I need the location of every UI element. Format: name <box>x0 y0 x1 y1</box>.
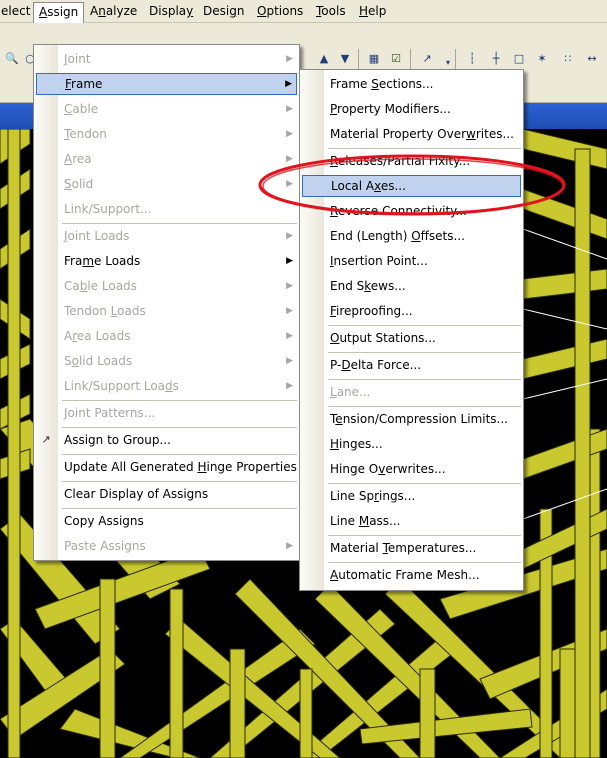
menu-analyze[interactable]: Analyze <box>85 3 142 19</box>
link-icon[interactable]: ∷ <box>560 51 576 67</box>
select-all-icon[interactable]: ▦ <box>366 51 382 67</box>
menu-item-tendon-loads[interactable]: Tendon Loads ▶ <box>36 300 297 322</box>
menu-separator <box>62 481 297 482</box>
menu-item-joint-loads[interactable]: Joint Loads ▶ <box>36 225 297 247</box>
menu-item-clear-display-assigns[interactable]: Clear Display of Assigns <box>36 483 297 505</box>
chevron-right-icon: ▶ <box>286 129 293 139</box>
menu-separator <box>328 352 521 353</box>
chevron-right-icon: ▶ <box>286 179 293 189</box>
menu-separator <box>62 427 297 428</box>
menu-item-link-support[interactable]: Link/Support... <box>36 198 297 220</box>
draw-frame-icon[interactable]: ┆ <box>464 51 480 67</box>
menu-help[interactable]: Help <box>354 3 391 19</box>
menu-item-joint-patterns[interactable]: Joint Patterns... <box>36 402 297 424</box>
menu-item-automatic-frame-mesh[interactable]: Automatic Frame Mesh... <box>302 564 521 586</box>
arrow-up-icon[interactable]: ▲ <box>316 51 332 67</box>
menu-separator <box>62 508 297 509</box>
toolbar-separator <box>455 49 456 69</box>
menu-item-cable-loads[interactable]: Cable Loads ▶ <box>36 275 297 297</box>
menu-item-material-temperatures[interactable]: Material Temperatures... <box>302 537 521 559</box>
chevron-right-icon: ▶ <box>286 231 293 241</box>
menu-item-lane[interactable]: Lane... <box>302 381 521 403</box>
chevron-right-icon: ▶ <box>286 541 293 551</box>
menu-item-p-delta-force[interactable]: P-Delta Force... <box>302 354 521 376</box>
zoom-icon[interactable]: 🔍 <box>4 51 20 67</box>
chevron-right-icon: ▶ <box>286 356 293 366</box>
arrow-down-icon[interactable]: ▼ <box>337 51 353 67</box>
menubar: elect Assign Analyze Display Design Opti… <box>0 0 607 23</box>
snap-icon[interactable]: ✶ <box>534 51 550 67</box>
menu-item-area-loads[interactable]: Area Loads ▶ <box>36 325 297 347</box>
menu-item-link-support-loads[interactable]: Link/Support Loads ▶ <box>36 375 297 397</box>
menu-separator <box>328 535 521 536</box>
menu-item-assign-to-group[interactable]: Assign to Group... <box>36 429 297 451</box>
menu-item-property-modifiers[interactable]: Property Modifiers... <box>302 98 521 120</box>
menu-item-joint[interactable]: Joint ▶ <box>36 48 297 70</box>
menu-options[interactable]: Options <box>252 3 308 19</box>
menu-item-cable[interactable]: Cable ▶ <box>36 98 297 120</box>
toolbar-separator <box>358 49 359 69</box>
chevron-right-icon: ▶ <box>286 306 293 316</box>
menu-design[interactable]: Design <box>198 3 249 19</box>
group-icon[interactable]: ↗ <box>419 51 435 67</box>
checkbox-icon[interactable]: ☑ <box>388 51 404 67</box>
menu-separator <box>328 379 521 380</box>
chevron-right-icon: ▶ <box>286 331 293 341</box>
menu-separator <box>328 483 521 484</box>
menu-item-hinge-overwrites[interactable]: Hinge Overwrites... <box>302 458 521 480</box>
menu-display[interactable]: Display <box>144 3 198 19</box>
menu-item-reverse-connectivity[interactable]: Reverse Connectivity... <box>302 200 521 222</box>
menu-item-releases-partial-fixity[interactable]: Releases/Partial Fixity... <box>302 150 521 172</box>
assign-menu: Joint ▶ Frame ▶ Cable ▶ Tendon ▶ Area ▶ Solid… <box>33 44 300 561</box>
chevron-right-icon: ▶ <box>286 104 293 114</box>
menu-item-paste-assigns[interactable]: Paste Assigns ▶ <box>36 535 297 557</box>
menu-item-area[interactable]: Area ▶ <box>36 148 297 170</box>
chevron-right-icon: ▶ <box>286 281 293 291</box>
menu-separator <box>328 325 521 326</box>
measure-icon[interactable]: ↔ <box>584 51 600 67</box>
chevron-right-icon: ▶ <box>286 54 293 64</box>
draw-grid-icon[interactable]: ┼ <box>488 51 504 67</box>
menu-separator <box>328 148 521 149</box>
menu-item-tendon[interactable]: Tendon ▶ <box>36 123 297 145</box>
draw-area-icon[interactable]: □ <box>511 51 527 67</box>
frame-submenu: Frame Sections... Property Modifiers... … <box>299 69 524 591</box>
menu-item-material-property-overwrites[interactable]: Material Property Overwrites... <box>302 123 521 145</box>
menu-item-local-axes[interactable]: Local Axes... <box>302 175 521 197</box>
menu-item-hinges[interactable]: Hinges... <box>302 433 521 455</box>
toolbar-separator <box>410 49 411 69</box>
menu-separator <box>328 406 521 407</box>
menu-item-update-hinge-properties[interactable]: Update All Generated Hinge Properties <box>36 456 297 478</box>
menu-item-end-skews[interactable]: End Skews... <box>302 275 521 297</box>
chevron-right-icon: ▶ <box>285 79 292 89</box>
chevron-right-icon: ▶ <box>286 381 293 391</box>
menu-item-copy-assigns[interactable]: Copy Assigns <box>36 510 297 532</box>
menu-assign[interactable]: Assign <box>33 2 85 23</box>
menu-item-solid[interactable]: Solid ▶ <box>36 173 297 195</box>
menu-tools[interactable]: Tools <box>311 3 351 19</box>
menu-item-tension-compression-limits[interactable]: Tension/Compression Limits... <box>302 408 521 430</box>
menu-item-end-length-offsets[interactable]: End (Length) Offsets... <box>302 225 521 247</box>
menu-separator <box>62 400 297 401</box>
menu-item-frame-loads[interactable]: Frame Loads ▶ <box>36 250 297 272</box>
menu-item-frame-sections[interactable]: Frame Sections... <box>302 73 521 95</box>
menu-select[interactable]: elect <box>0 3 35 19</box>
menu-separator <box>62 454 297 455</box>
menu-item-output-stations[interactable]: Output Stations... <box>302 327 521 349</box>
menu-item-line-mass[interactable]: Line Mass... <box>302 510 521 532</box>
menu-item-insertion-point[interactable]: Insertion Point... <box>302 250 521 272</box>
menu-separator <box>328 562 521 563</box>
menu-item-fireproofing[interactable]: Fireproofing... <box>302 300 521 322</box>
menu-separator <box>62 223 297 224</box>
chevron-right-icon: ▶ <box>286 154 293 164</box>
chevron-right-icon: ▶ <box>286 256 293 266</box>
menu-item-line-springs[interactable]: Line Springs... <box>302 485 521 507</box>
menu-item-frame[interactable]: Frame ▶ <box>36 73 297 95</box>
menu-item-solid-loads[interactable]: Solid Loads ▶ <box>36 350 297 372</box>
